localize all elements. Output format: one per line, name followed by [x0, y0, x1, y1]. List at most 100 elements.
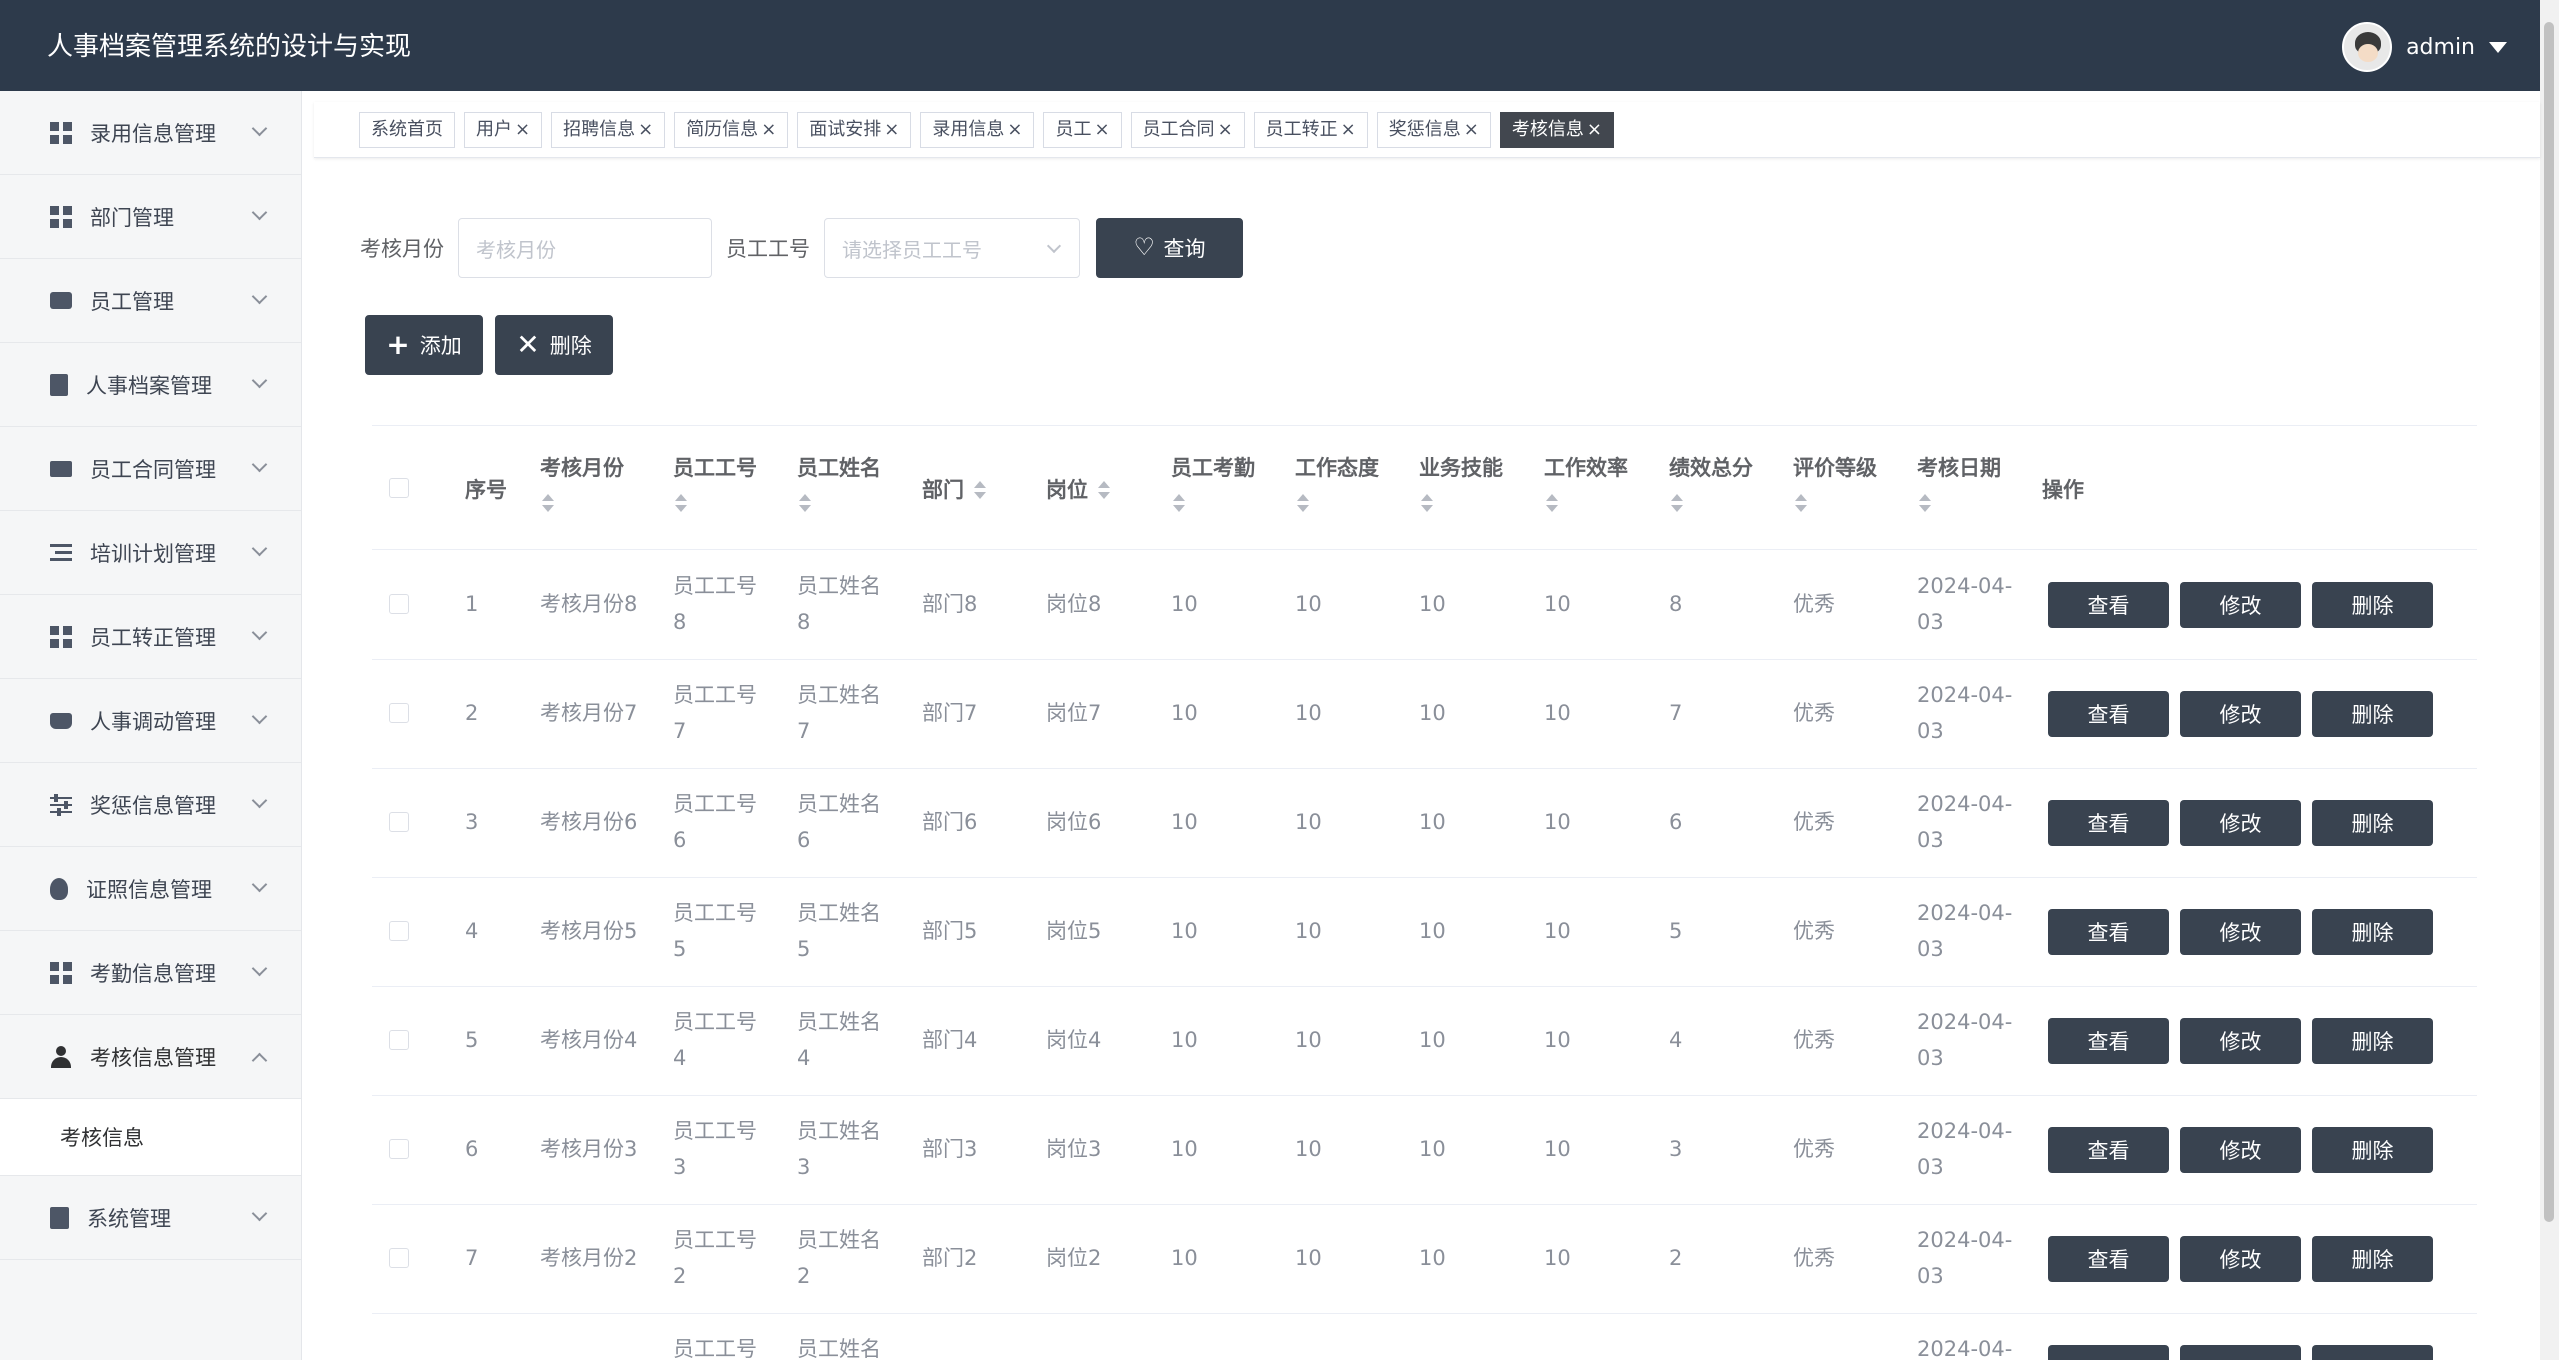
cell-index: 4: [465, 919, 479, 943]
view-button[interactable]: 查看: [2048, 1127, 2169, 1173]
sidebar-subitem-assessment-info[interactable]: 考核信息: [0, 1099, 301, 1176]
view-button[interactable]: [2048, 1345, 2169, 1360]
view-button[interactable]: 查看: [2048, 909, 2169, 955]
delete-button[interactable]: 删除: [2312, 1236, 2433, 1282]
header-month[interactable]: 考核月份: [540, 452, 624, 514]
empno-select[interactable]: 请选择员工工号: [824, 218, 1080, 278]
tab-hire[interactable]: 录用信息 ×: [920, 112, 1035, 148]
delete-button[interactable]: 删除: [2312, 1018, 2433, 1064]
edit-button[interactable]: [2180, 1345, 2301, 1360]
delete-button[interactable]: 删除: [2312, 691, 2433, 737]
view-button[interactable]: 查看: [2048, 1236, 2169, 1282]
tab-home[interactable]: 系统首页: [359, 112, 455, 148]
view-button[interactable]: 查看: [2048, 1018, 2169, 1064]
header-skill[interactable]: 业务技能: [1419, 452, 1503, 514]
sidebar-item-archive[interactable]: 人事档案管理: [0, 343, 301, 427]
delete-button[interactable]: [2312, 1345, 2433, 1360]
cell-attitude: 10: [1295, 592, 1322, 616]
sidebar-item-transfer[interactable]: 人事调动管理: [0, 679, 301, 763]
header-attendance[interactable]: 员工考勤: [1171, 452, 1255, 514]
close-icon[interactable]: ×: [761, 113, 776, 147]
user-name[interactable]: admin: [2406, 35, 2475, 60]
close-icon[interactable]: ×: [1218, 113, 1233, 147]
close-icon[interactable]: ×: [1094, 113, 1109, 147]
avatar[interactable]: [2342, 22, 2393, 72]
edit-button[interactable]: 修改: [2180, 1236, 2301, 1282]
sidebar-item-hire-info[interactable]: 录用信息管理: [0, 91, 301, 175]
tab-contract[interactable]: 员工合同 ×: [1130, 112, 1245, 148]
header-attitude[interactable]: 工作态度: [1295, 452, 1379, 514]
row-checkbox[interactable]: [389, 703, 409, 723]
close-icon[interactable]: ×: [1587, 113, 1602, 147]
cell-month: 考核月份6: [540, 810, 638, 834]
edit-button[interactable]: 修改: [2180, 1018, 2301, 1064]
row-checkbox[interactable]: [389, 594, 409, 614]
month-input[interactable]: 考核月份: [458, 218, 712, 278]
chevron-down-icon: [251, 288, 268, 305]
header-efficiency[interactable]: 工作效率: [1544, 452, 1628, 514]
tab-user[interactable]: 用户 ×: [464, 112, 543, 148]
batch-delete-button[interactable]: ✕ 删除: [495, 315, 613, 375]
tab-assessment[interactable]: 考核信息 ×: [1499, 112, 1614, 148]
edit-button[interactable]: 修改: [2180, 909, 2301, 955]
edit-button[interactable]: 修改: [2180, 691, 2301, 737]
close-icon[interactable]: ×: [1464, 113, 1479, 147]
caret-down-icon[interactable]: [2489, 41, 2507, 53]
sidebar-item-reward[interactable]: 奖惩信息管理: [0, 763, 301, 847]
close-icon[interactable]: ×: [884, 113, 899, 147]
query-button[interactable]: 查询: [1096, 218, 1243, 278]
header-dept[interactable]: 部门: [922, 474, 986, 504]
row-checkbox[interactable]: [389, 812, 409, 832]
tab-interview[interactable]: 面试安排 ×: [797, 112, 912, 148]
view-button[interactable]: 查看: [2048, 691, 2169, 737]
sidebar-item-training[interactable]: 培训计划管理: [0, 511, 301, 595]
cell-attendance: 10: [1171, 919, 1198, 943]
header-total[interactable]: 绩效总分: [1669, 452, 1753, 514]
delete-button[interactable]: 删除: [2312, 1127, 2433, 1173]
edit-button[interactable]: 修改: [2180, 800, 2301, 846]
cell-index: 1: [465, 592, 479, 616]
select-all-checkbox[interactable]: [389, 478, 409, 498]
close-icon[interactable]: ×: [1007, 113, 1022, 147]
cell-skill: 10: [1419, 592, 1446, 616]
delete-button[interactable]: 删除: [2312, 909, 2433, 955]
row-checkbox[interactable]: [389, 921, 409, 941]
close-icon[interactable]: ×: [1341, 113, 1356, 147]
add-button[interactable]: + 添加: [365, 315, 483, 375]
sidebar-item-department[interactable]: 部门管理: [0, 175, 301, 259]
tab-recruit[interactable]: 招聘信息 ×: [551, 112, 666, 148]
view-button[interactable]: 查看: [2048, 800, 2169, 846]
row-checkbox[interactable]: [389, 1139, 409, 1159]
tab-resume[interactable]: 简历信息 ×: [674, 112, 789, 148]
sort-icon: [797, 494, 811, 514]
page-scrollbar[interactable]: [2540, 0, 2559, 1360]
sidebar-item-contract[interactable]: 员工合同管理: [0, 427, 301, 511]
close-icon[interactable]: ×: [515, 113, 530, 147]
header-post[interactable]: 岗位: [1046, 474, 1110, 504]
header-grade[interactable]: 评价等级: [1793, 452, 1877, 514]
cell-empname: 员工姓名 7: [797, 683, 881, 743]
edit-button[interactable]: 修改: [2180, 1127, 2301, 1173]
row-checkbox[interactable]: [389, 1248, 409, 1268]
delete-button[interactable]: 删除: [2312, 800, 2433, 846]
user-menu[interactable]: admin: [2342, 22, 2507, 72]
view-button[interactable]: 查看: [2048, 582, 2169, 628]
scrollbar-thumb[interactable]: [2544, 22, 2554, 1222]
header-empno[interactable]: 员工工号: [673, 452, 757, 514]
sidebar-item-employee[interactable]: 员工管理: [0, 259, 301, 343]
header-date[interactable]: 考核日期: [1917, 452, 2001, 514]
delete-button[interactable]: 删除: [2312, 582, 2433, 628]
sidebar-item-license[interactable]: 证照信息管理: [0, 847, 301, 931]
close-icon[interactable]: ×: [638, 113, 653, 147]
sidebar-item-regular[interactable]: 员工转正管理: [0, 595, 301, 679]
row-checkbox[interactable]: [389, 1030, 409, 1050]
header-empname[interactable]: 员工姓名: [797, 452, 881, 514]
tab-regular[interactable]: 员工转正 ×: [1253, 112, 1368, 148]
sidebar-item-attendance[interactable]: 考勤信息管理: [0, 931, 301, 1015]
sort-icon: [1917, 494, 1931, 514]
tab-reward[interactable]: 奖惩信息 ×: [1376, 112, 1491, 148]
edit-button[interactable]: 修改: [2180, 582, 2301, 628]
tab-employee[interactable]: 员工 ×: [1043, 112, 1122, 148]
sidebar-item-system[interactable]: 系统管理: [0, 1176, 301, 1260]
sidebar-item-assessment[interactable]: 考核信息管理: [0, 1015, 301, 1099]
